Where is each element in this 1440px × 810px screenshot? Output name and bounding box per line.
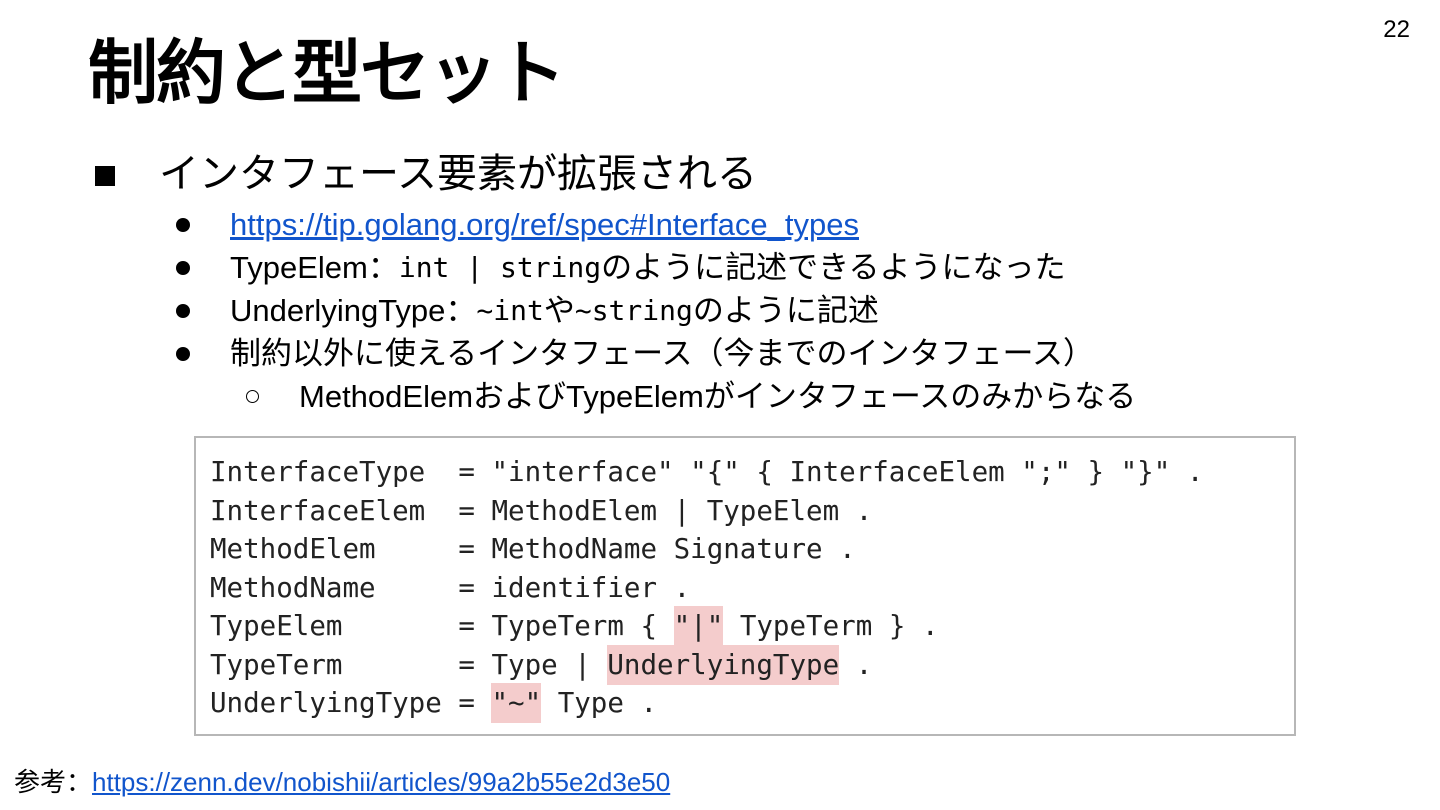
underlying-conj: や bbox=[543, 293, 575, 328]
code-highlight: "~" bbox=[491, 683, 542, 723]
square-bullet-icon bbox=[95, 166, 115, 186]
dot-bullet-icon bbox=[176, 346, 190, 361]
code-text: TypeElem = TypeTerm { bbox=[210, 610, 674, 642]
list-item-nested: MethodElemおよびTypeElemがインタフェースのみからなる bbox=[172, 375, 1136, 418]
code-text: Type . bbox=[541, 687, 658, 719]
dot-bullet-icon bbox=[176, 217, 190, 232]
underlying-label: UnderlyingType： bbox=[230, 293, 477, 328]
list-item-usage: 制約以外に使えるインタフェース（今までのインタフェース） bbox=[172, 332, 1136, 375]
code-text: TypeTerm } . bbox=[723, 610, 939, 642]
spec-link[interactable]: https://tip.golang.org/ref/spec#Interfac… bbox=[230, 203, 859, 246]
reference: 参考：https://zenn.dev/nobishii/articles/99… bbox=[14, 762, 670, 799]
slide-number: 22 bbox=[1383, 16, 1410, 43]
code-line-type-elem: TypeElem = TypeTerm { "|" TypeTerm } . bbox=[210, 606, 1294, 646]
list-item-typeelem: TypeElem： int | string のように記述できるようになった bbox=[172, 246, 1136, 289]
code-line-interface-elem: InterfaceElem = MethodElem | TypeElem . bbox=[210, 494, 873, 527]
code-line-interface-type: InterfaceType = "interface" "{" { Interf… bbox=[210, 456, 1204, 488]
underlying-code-string: ~string bbox=[574, 294, 693, 327]
dot-bullet-icon bbox=[176, 303, 190, 318]
code-line-underlying-type: UnderlyingType = "~" Type . bbox=[210, 683, 1294, 723]
circle-bullet-icon bbox=[246, 390, 259, 403]
usage-text: 制約以外に使えるインタフェース（今までのインタフェース） bbox=[230, 336, 1094, 371]
code-line-method-name: MethodName = identifier . bbox=[210, 571, 691, 604]
code-highlight: UnderlyingType bbox=[607, 644, 840, 685]
code-text: TypeTerm = Type | bbox=[210, 648, 608, 681]
reference-link[interactable]: https://zenn.dev/nobishii/articles/99a2b… bbox=[92, 767, 670, 797]
typeelem-code: int | string bbox=[398, 251, 602, 284]
code-text: UnderlyingType = bbox=[210, 687, 492, 719]
reference-label: 参考： bbox=[14, 767, 93, 797]
code-line-type-term: TypeTerm = Type | UnderlyingType . bbox=[210, 644, 1294, 685]
code-block: InterfaceType = "interface" "{" { Interf… bbox=[194, 436, 1296, 736]
list-item-spec-link: https://tip.golang.org/ref/spec#Interfac… bbox=[172, 203, 1136, 246]
nested-text: MethodElemおよびTypeElemがインタフェースのみからなる bbox=[299, 379, 1137, 414]
typeelem-label: TypeElem： bbox=[230, 250, 399, 285]
sub-bullet-list: https://tip.golang.org/ref/spec#Interfac… bbox=[172, 203, 1136, 418]
underlying-desc: のように記述 bbox=[692, 293, 879, 328]
main-bullet-text: インタフェース要素が拡張される bbox=[159, 152, 757, 196]
code-line-method-elem: MethodElem = MethodName Signature . bbox=[210, 533, 856, 565]
code-text: . bbox=[839, 648, 873, 681]
list-item-underlying: UnderlyingType： ~int や ~string のように記述 bbox=[172, 289, 1136, 332]
typeelem-desc: のように記述できるようになった bbox=[601, 250, 1066, 285]
dot-bullet-icon bbox=[176, 260, 190, 275]
code-highlight: "|" bbox=[673, 606, 724, 646]
underlying-code-int: ~int bbox=[476, 294, 544, 327]
slide-title: 制約と型セット bbox=[88, 32, 566, 114]
main-bullet: インタフェース要素が拡張される bbox=[95, 150, 757, 198]
